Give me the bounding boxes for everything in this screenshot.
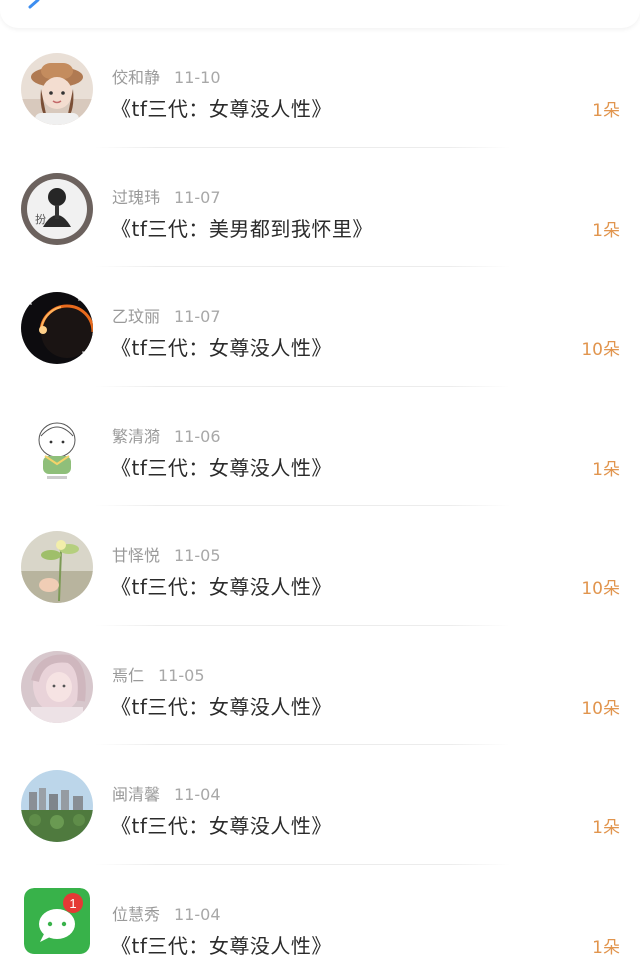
top-bar — [0, 0, 640, 28]
sender-meta: 繁清漪 11-06 — [112, 423, 221, 446]
list-item[interactable]: 繁清漪 11-06 《tf三代：女尊没人性》 1朵 — [0, 387, 640, 506]
sender-meta: 过瑰玮 11-07 — [112, 184, 221, 207]
svg-text:扮: 扮 — [35, 212, 46, 226]
list-item[interactable]: 1 位慧秀 11-04 《tf三代：女尊没人性》 1朵 — [0, 865, 640, 964]
book-title: 《tf三代：美男都到我怀里》 — [111, 216, 373, 241]
sender-name: 甘怿悦 — [112, 546, 161, 565]
send-date: 11-05 — [158, 665, 205, 685]
list-item[interactable]: 闽清馨 11-04 《tf三代：女尊没人性》 1朵 — [0, 745, 640, 865]
flower-amount: 10朵 — [581, 698, 620, 719]
send-date: 11-05 — [174, 546, 221, 565]
sender-name: 焉仁 — [112, 665, 145, 685]
flower-amount: 1朵 — [592, 937, 620, 958]
book-title: 《tf三代：女尊没人性》 — [111, 97, 332, 121]
gift-records-page: 佼和静 11-10 《tf三代：女尊没人性》 1朵 扮 过瑰玮 11-07 《t… — [0, 0, 640, 964]
list-item[interactable]: 焉仁 11-05 《tf三代：女尊没人性》 10朵 — [0, 626, 640, 745]
flower-amount: 1朵 — [592, 220, 620, 241]
avatar[interactable]: 1 — [24, 887, 90, 954]
send-date: 11-07 — [174, 307, 221, 326]
gift-list: 佼和静 11-10 《tf三代：女尊没人性》 1朵 扮 过瑰玮 11-07 《t… — [0, 28, 640, 964]
send-date: 11-06 — [174, 426, 221, 446]
sender-name: 繁清漪 — [112, 426, 161, 446]
avatar[interactable] — [21, 411, 93, 484]
sender-meta: 佼和静 11-10 — [112, 64, 221, 87]
sender-meta: 闽清馨 11-04 — [112, 781, 221, 804]
avatar[interactable]: 扮 — [21, 172, 93, 245]
sender-meta: 甘怿悦 11-05 — [112, 542, 221, 565]
chevron-left-icon[interactable] — [24, 0, 42, 12]
list-item[interactable]: 扮 过瑰玮 11-07 《tf三代：美男都到我怀里》 1朵 — [0, 148, 640, 267]
send-date: 11-07 — [174, 187, 221, 207]
book-title: 《tf三代：女尊没人性》 — [111, 694, 332, 719]
send-date: 11-04 — [174, 904, 221, 924]
list-item[interactable]: 甘怿悦 11-05 《tf三代：女尊没人性》 10朵 — [0, 506, 640, 626]
flower-amount: 1朵 — [592, 101, 620, 121]
notification-badge: 1 — [69, 896, 76, 911]
send-date: 11-04 — [174, 785, 221, 804]
book-title: 《tf三代：女尊没人性》 — [111, 575, 332, 599]
sender-name: 过瑰玮 — [112, 187, 161, 207]
book-title: 《tf三代：女尊没人性》 — [111, 455, 332, 480]
send-date: 11-10 — [174, 68, 221, 87]
sender-name: 位慧秀 — [112, 904, 161, 924]
avatar[interactable] — [21, 770, 93, 842]
sender-meta: 焉仁 11-05 — [112, 662, 205, 685]
book-title: 《tf三代：女尊没人性》 — [111, 336, 332, 360]
sender-name: 佼和静 — [112, 68, 161, 87]
flower-amount: 10朵 — [581, 340, 620, 360]
sender-name: 乙玟丽 — [112, 307, 161, 326]
flower-amount: 10朵 — [581, 579, 620, 599]
sender-name: 闽清馨 — [112, 785, 161, 804]
avatar[interactable] — [21, 53, 93, 125]
sender-meta: 乙玟丽 11-07 — [112, 303, 221, 326]
avatar[interactable] — [21, 292, 93, 364]
flower-amount: 1朵 — [592, 459, 620, 480]
book-title: 《tf三代：女尊没人性》 — [111, 933, 332, 958]
avatar[interactable] — [21, 650, 93, 723]
avatar[interactable] — [21, 531, 93, 603]
flower-amount: 1朵 — [592, 818, 620, 838]
book-title: 《tf三代：女尊没人性》 — [111, 814, 332, 838]
sender-meta: 位慧秀 11-04 — [112, 901, 221, 924]
list-item[interactable]: 佼和静 11-10 《tf三代：女尊没人性》 1朵 — [0, 28, 640, 148]
list-item[interactable]: 乙玟丽 11-07 《tf三代：女尊没人性》 10朵 — [0, 267, 640, 387]
